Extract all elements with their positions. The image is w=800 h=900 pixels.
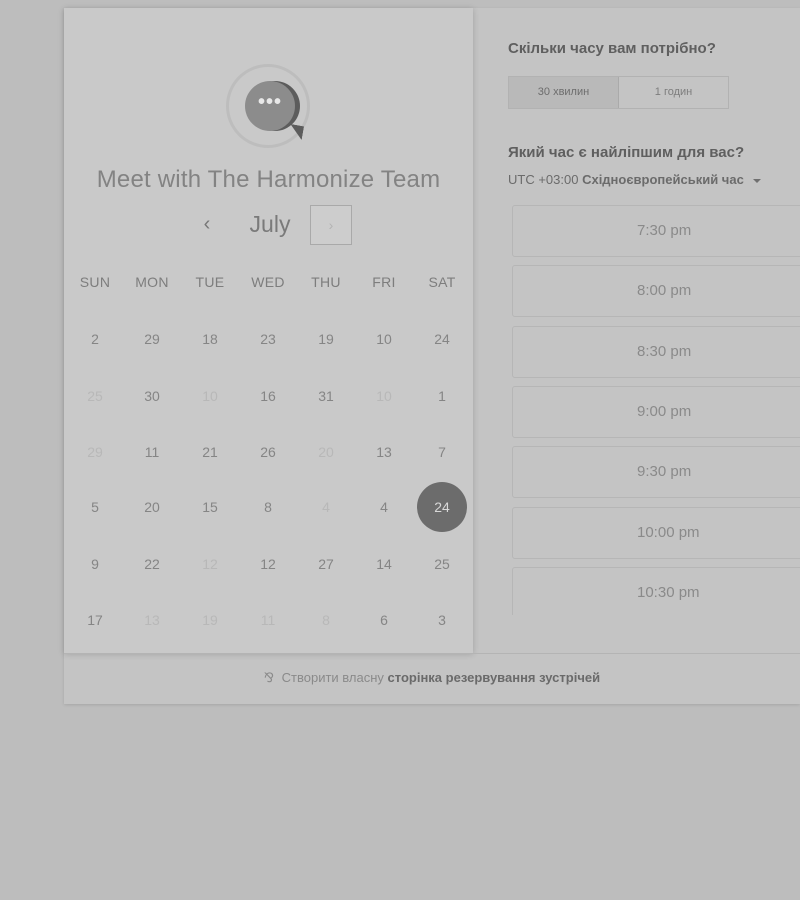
time-slot-button[interactable]: 7:30 pm [512, 205, 800, 257]
calendar-day: 12 [202, 556, 218, 572]
time-slot-button[interactable]: 10:00 pm [512, 506, 800, 559]
time-slot-button[interactable]: 9:30 pm [512, 446, 800, 499]
duration-selector: 30 хвилин 1 годин [508, 76, 729, 109]
calendar-day[interactable]: 16 [243, 371, 293, 421]
footer: ⅋ Створити власну сторінка резервування … [64, 653, 800, 704]
calendar-day[interactable]: 23 [243, 314, 293, 364]
calendar-day[interactable]: 15 [185, 482, 235, 532]
calendar-day: 11 [260, 612, 276, 628]
calendar-day[interactable]: 11 [127, 427, 177, 477]
weekday-label: TUE [195, 274, 225, 290]
time-slot-list[interactable]: 7:30 pm 8:00 pm 8:30 pm 9:00 pm 9:30 pm 10:00… [512, 205, 800, 615]
prev-month-button[interactable]: ‹ [190, 204, 224, 244]
calendar-day: 25 [87, 388, 103, 404]
time-slot-button[interactable]: 10:30 pm [512, 566, 800, 615]
chat-bubble-logo-icon: ••• [245, 81, 295, 131]
booking-card: ••• Meet with The Harmonize Team ‹ July … [64, 8, 800, 704]
month-label: July [249, 211, 291, 237]
calendar-day[interactable]: 20 [127, 482, 177, 532]
meeting-title: Meet with The Harmonize Team [96, 166, 441, 193]
calendar-day[interactable]: 6 [359, 595, 409, 645]
calendar-day[interactable]: 22 [127, 539, 177, 589]
ellipsis-icon: ••• [257, 91, 282, 113]
weekday-label: SAT [428, 274, 456, 290]
calendar-day: 29 [87, 444, 103, 460]
calendar-day: 4 [322, 499, 330, 515]
calendar-day[interactable]: 29 [127, 314, 177, 364]
weekday-label: SUN [79, 274, 111, 290]
calendar-day[interactable]: 10 [359, 314, 409, 364]
calendar-day[interactable]: 17 [70, 595, 120, 645]
calendar-day[interactable]: 5 [70, 482, 120, 532]
calendar-day[interactable]: 2 [70, 314, 120, 364]
weekday-label: THU [311, 274, 341, 290]
timezone-offset: UTC +03:00 [508, 172, 579, 187]
booking-options-panel: Скільки часу вам потрібно? 30 хвилин 1 г… [473, 8, 800, 653]
sprocket-icon: ⅋ [263, 670, 275, 685]
duration-option-1-hour[interactable]: 1 годин [619, 77, 728, 108]
calendar-day[interactable]: 3 [417, 595, 467, 645]
team-logo: ••• [226, 64, 310, 148]
calendar-day[interactable]: 18 [185, 314, 235, 364]
footer-bold-text: сторінка резервування зустрічей [387, 670, 601, 685]
calendar-day[interactable]: 4 [359, 482, 409, 532]
calendar-day[interactable]: 19 [301, 314, 351, 364]
timezone-name: Східноєвропейський час [582, 172, 744, 187]
calendar-day: 10 [376, 388, 392, 404]
next-month-button[interactable]: › [310, 205, 352, 245]
calendar-day[interactable]: 21 [185, 427, 235, 477]
time-slot-button[interactable]: 8:30 pm [512, 325, 800, 378]
timezone-dropdown[interactable]: UTC +03:00 Східноєвропейський час [508, 172, 762, 187]
calendar-day[interactable]: 12 [243, 539, 293, 589]
calendar-day[interactable]: 9 [70, 539, 120, 589]
weekday-label: MON [135, 274, 169, 290]
duration-question: Скільки часу вам потрібно? [508, 40, 716, 57]
calendar-day[interactable]: 26 [243, 427, 293, 477]
calendar-day: 8 [322, 612, 330, 628]
calendar-day: 20 [318, 444, 334, 460]
calendar-day[interactable]: 7 [417, 427, 467, 477]
caret-down-icon [753, 178, 762, 183]
selected-day[interactable]: 24 [417, 482, 467, 532]
month-navigation: ‹ July › [64, 204, 473, 248]
footer-prefix: Створити власну [281, 670, 384, 685]
weekday-label: WED [251, 274, 285, 290]
calendar-day[interactable]: 14 [359, 539, 409, 589]
calendar-day[interactable]: 8 [243, 482, 293, 532]
time-question: Який час є найліпшим для вас? [508, 144, 745, 161]
create-booking-page-link[interactable]: ⅋ Створити власну сторінка резервування … [264, 670, 600, 685]
calendar-day[interactable]: 13 [359, 427, 409, 477]
calendar-day[interactable]: 25 [417, 539, 467, 589]
time-slot-button[interactable]: 8:00 pm [512, 265, 800, 318]
duration-option-30-min[interactable]: 30 хвилин [509, 77, 619, 108]
calendar-day: 13 [144, 612, 160, 628]
calendar-day[interactable]: 27 [301, 539, 351, 589]
time-slot-button[interactable]: 9:00 pm [512, 385, 800, 438]
calendar-day[interactable]: 30 [127, 371, 177, 421]
calendar-day: 10 [202, 388, 218, 404]
calendar-day[interactable]: 1 [417, 371, 467, 421]
calendar-day[interactable]: 24 [417, 314, 467, 364]
page: ••• Meet with The Harmonize Team ‹ July … [0, 0, 800, 900]
calendar-day: 19 [202, 612, 218, 628]
calendar-day[interactable]: 31 [301, 371, 351, 421]
calendar-panel: ••• Meet with The Harmonize Team ‹ July … [64, 8, 473, 653]
weekday-label: FRI [372, 274, 396, 290]
